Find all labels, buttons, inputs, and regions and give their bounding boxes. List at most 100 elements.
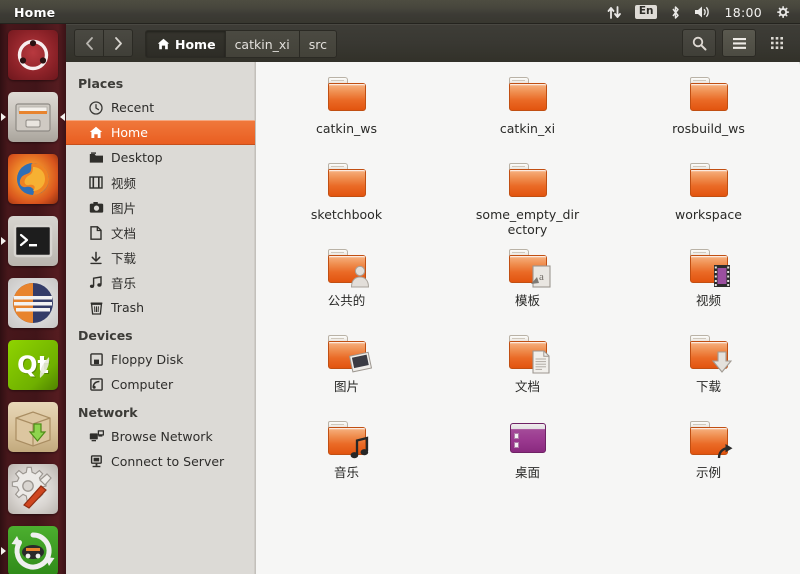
back-button[interactable] bbox=[74, 29, 104, 57]
file-item[interactable]: 桌面 bbox=[437, 420, 618, 500]
system-settings-icon[interactable] bbox=[775, 5, 790, 20]
folder-icon bbox=[685, 334, 733, 376]
sidebar-item-label: Trash bbox=[111, 300, 145, 315]
sidebar-item-label: Computer bbox=[111, 377, 174, 392]
folder-icon bbox=[323, 76, 371, 118]
sidebar-item-downloads[interactable]: 下载 bbox=[66, 245, 255, 270]
file-item[interactable]: sketchbook bbox=[256, 162, 437, 242]
file-item[interactable]: workspace bbox=[618, 162, 799, 242]
file-label: 示例 bbox=[695, 465, 721, 480]
gear-wrench-icon bbox=[8, 464, 58, 514]
file-item[interactable]: 下载 bbox=[618, 334, 799, 414]
sidebar-item-floppy-disk[interactable]: Floppy Disk bbox=[66, 347, 255, 372]
bluetooth-icon[interactable] bbox=[670, 5, 681, 20]
unity-launcher[interactable]: Qt bbox=[0, 24, 66, 574]
clock[interactable]: 18:00 bbox=[724, 5, 762, 20]
file-manager-icon bbox=[8, 92, 58, 142]
trash-icon bbox=[88, 300, 104, 316]
sidebar-item-recent[interactable]: Recent bbox=[66, 95, 255, 120]
hamburger-menu-icon bbox=[732, 37, 747, 50]
file-icon-grid: catkin_ws catkin_xi rosbuild_ws sketchbo… bbox=[256, 76, 799, 500]
search-icon bbox=[692, 36, 707, 51]
music-note-icon bbox=[88, 275, 104, 291]
file-item[interactable]: 视频 bbox=[618, 248, 799, 328]
home-icon bbox=[157, 38, 170, 50]
network-transfer-icon[interactable] bbox=[607, 5, 622, 19]
terminal-icon bbox=[8, 216, 58, 266]
file-label: 公共的 bbox=[327, 293, 366, 308]
sidebar-item-documents[interactable]: 文档 bbox=[66, 220, 255, 245]
breadcrumb-item-catkin-xi[interactable]: catkin_xi bbox=[224, 30, 299, 58]
sidebar-item-label: Browse Network bbox=[111, 429, 213, 444]
launcher-item-qtcreator[interactable]: Qt bbox=[0, 334, 66, 396]
sidebar-item-connect-to-server[interactable]: Connect to Server bbox=[66, 449, 255, 474]
sidebar-item-desktop[interactable]: Desktop bbox=[66, 145, 255, 170]
sidebar-item-videos[interactable]: 视频 bbox=[66, 170, 255, 195]
folder-icon bbox=[504, 334, 552, 376]
software-center-box-icon bbox=[8, 402, 58, 452]
file-item[interactable]: 公共的 bbox=[256, 248, 437, 328]
update-manager-running-pip bbox=[1, 547, 6, 555]
launcher-item-update-manager[interactable] bbox=[0, 520, 66, 574]
sidebar-item-label: 图片 bbox=[111, 201, 137, 216]
sidebar-item-computer[interactable]: Computer bbox=[66, 372, 255, 397]
launcher-item-system-settings[interactable] bbox=[0, 458, 66, 520]
folder-icon bbox=[323, 248, 371, 290]
template-emblem-icon: a bbox=[530, 264, 552, 288]
window-toolbar: Home catkin_xi src bbox=[66, 24, 800, 62]
sidebar-item-label: 下载 bbox=[111, 251, 137, 266]
launcher-item-ubuntu-one[interactable] bbox=[0, 272, 66, 334]
window-body: Places Recent Home Desktop 视频 图片 文档 下载 音… bbox=[66, 62, 800, 574]
launcher-item-dash-home[interactable] bbox=[0, 24, 66, 86]
network-browse-icon bbox=[88, 429, 104, 445]
volume-icon[interactable] bbox=[694, 5, 711, 19]
top-panel: Home En 18:00 bbox=[0, 0, 800, 24]
sidebar-item-label: 文档 bbox=[111, 226, 137, 241]
keyboard-layout-indicator[interactable]: En bbox=[634, 5, 658, 19]
menu-button[interactable] bbox=[722, 29, 756, 57]
file-label: 视频 bbox=[695, 293, 721, 308]
sidebar-item-browse-network[interactable]: Browse Network bbox=[66, 424, 255, 449]
breadcrumb-item-home[interactable]: Home bbox=[145, 30, 225, 58]
document-emblem-icon bbox=[530, 350, 552, 374]
forward-button[interactable] bbox=[104, 29, 133, 57]
file-item[interactable]: some_empty_directory bbox=[437, 162, 618, 242]
folder-icon bbox=[685, 76, 733, 118]
breadcrumb-label: catkin_xi bbox=[234, 36, 290, 52]
file-item[interactable]: 音乐 bbox=[256, 420, 437, 500]
file-item[interactable]: 示例 bbox=[618, 420, 799, 500]
server-connect-icon bbox=[88, 454, 104, 470]
sidebar-item-music[interactable]: 音乐 bbox=[66, 270, 255, 295]
sidebar-item-pictures[interactable]: 图片 bbox=[66, 195, 255, 220]
breadcrumb-item-src[interactable]: src bbox=[298, 30, 338, 58]
sidebar-item-trash[interactable]: Trash bbox=[66, 295, 255, 320]
view-grid-button[interactable] bbox=[762, 30, 792, 56]
file-item[interactable]: 图片 bbox=[256, 334, 437, 414]
launcher-item-firefox[interactable] bbox=[0, 148, 66, 210]
folder-icon bbox=[685, 420, 733, 462]
search-button[interactable] bbox=[682, 29, 716, 57]
desktop-folder-icon bbox=[88, 150, 104, 166]
file-list-view[interactable]: catkin_ws catkin_xi rosbuild_ws sketchbo… bbox=[256, 62, 799, 574]
file-item[interactable]: a 模板 bbox=[437, 248, 618, 328]
file-item[interactable]: catkin_ws bbox=[256, 76, 437, 156]
photo-emblem-icon bbox=[348, 350, 372, 374]
launcher-item-files[interactable] bbox=[0, 86, 66, 148]
file-label: 模板 bbox=[514, 293, 540, 308]
file-label: sketchbook bbox=[310, 207, 383, 222]
file-label: 文档 bbox=[514, 379, 540, 394]
launcher-item-software-center[interactable] bbox=[0, 396, 66, 458]
launcher-item-terminal[interactable] bbox=[0, 210, 66, 272]
sidebar-section-devices-title: Devices bbox=[78, 328, 133, 343]
breadcrumb: Home catkin_xi src bbox=[145, 30, 338, 58]
panel-window-title: Home bbox=[14, 4, 56, 20]
folder-icon bbox=[504, 76, 552, 118]
file-item[interactable]: rosbuild_ws bbox=[618, 76, 799, 156]
file-item[interactable]: catkin_xi bbox=[437, 76, 618, 156]
download-icon bbox=[88, 250, 104, 266]
document-icon bbox=[88, 225, 104, 241]
file-item[interactable]: 文档 bbox=[437, 334, 618, 414]
folder-icon: a bbox=[504, 248, 552, 290]
symlink-emblem-icon bbox=[716, 443, 734, 461]
sidebar-item-home[interactable]: Home bbox=[66, 120, 255, 145]
